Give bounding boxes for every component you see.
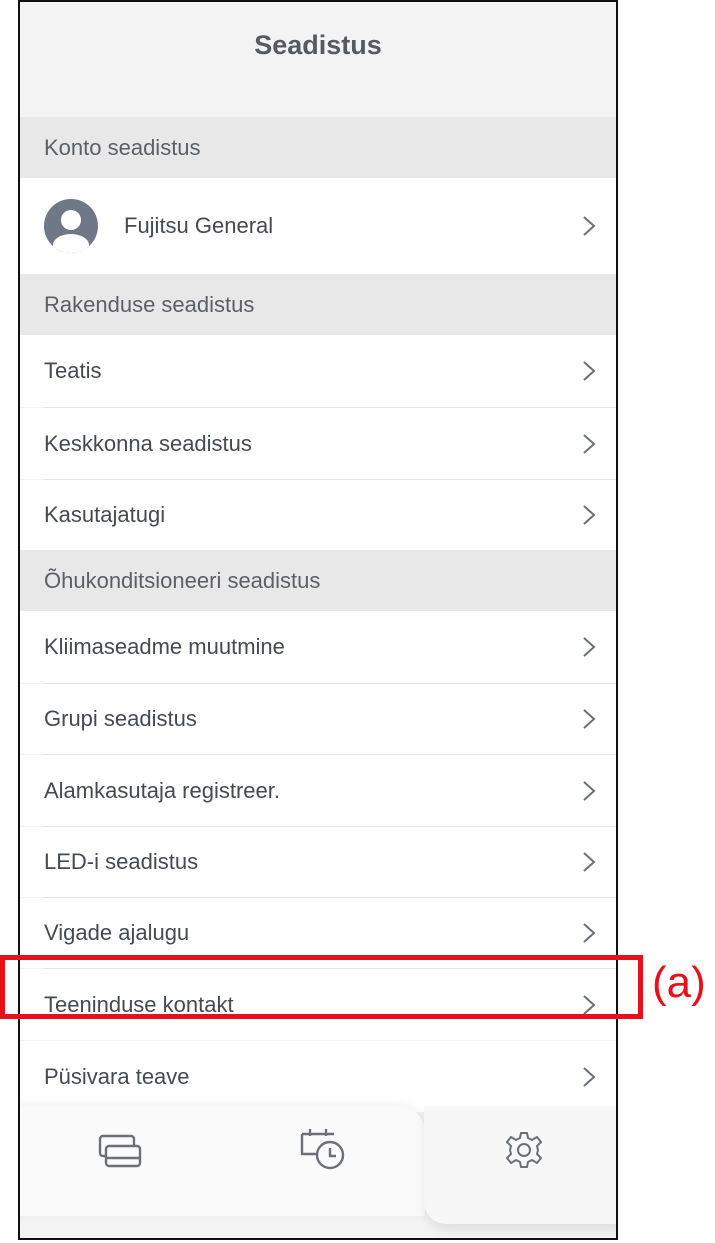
bottom-nav — [20, 1106, 616, 1238]
page-title: Seadistus — [254, 30, 382, 60]
menu-item-label: Teatis — [44, 358, 102, 383]
timer-schedule-icon[interactable] — [298, 1124, 348, 1177]
account-name: Fujitsu General — [124, 213, 274, 238]
settings-gear-icon[interactable] — [504, 1130, 544, 1175]
menu-item-label: Kasutajatugi — [44, 502, 166, 527]
menu-item-subuser[interactable]: Alamkasutaja registreer. — [20, 755, 616, 826]
phone-frame: Seadistus Konto seadistus Fujitsu Genera… — [18, 0, 618, 1240]
menu-item-teatis[interactable]: Teatis — [20, 335, 616, 407]
menu-item-environment[interactable]: Keskkonna seadistus — [20, 408, 616, 479]
menu-item-label: Vigade ajalugu — [44, 920, 190, 945]
menu-item-label: LED-i seadistus — [44, 849, 199, 874]
chevron-right-icon — [582, 708, 596, 730]
chevron-right-icon — [582, 504, 596, 526]
nav-left-panel — [20, 1106, 425, 1216]
menu-item-error-history[interactable]: Vigade ajalugu — [20, 898, 616, 968]
section-header-app: Rakenduse seadistus — [20, 274, 616, 335]
menu-item-label: Kliimaseadme muutmine — [44, 634, 285, 659]
chevron-right-icon — [582, 922, 596, 944]
annotation-label: (a) — [652, 958, 706, 1007]
menu-item-label: Teeninduse kontakt — [44, 991, 234, 1017]
menu-item-label: Keskkonna seadistus — [44, 430, 252, 456]
user-avatar-icon — [44, 199, 98, 253]
menu-item-group[interactable]: Grupi seadistus — [20, 684, 616, 754]
chevron-right-icon — [582, 851, 596, 873]
chevron-right-icon — [582, 994, 596, 1016]
devices-icon[interactable] — [96, 1132, 144, 1177]
chevron-right-icon — [582, 215, 596, 237]
account-row[interactable]: Fujitsu General — [20, 178, 616, 274]
section-header-account: Konto seadistus — [20, 117, 616, 178]
section-header-ac: Õhukonditsioneeri seadistus — [20, 550, 616, 611]
chevron-right-icon — [582, 636, 596, 658]
chevron-right-icon — [582, 780, 596, 802]
chevron-right-icon — [582, 360, 596, 382]
menu-item-change-ac[interactable]: Kliimaseadme muutmine — [20, 611, 616, 683]
menu-item-label: Püsivara teave — [44, 1063, 190, 1089]
menu-item-label: Grupi seadistus — [44, 706, 197, 731]
menu-item-firmware[interactable]: Püsivara teave — [20, 1041, 616, 1112]
menu-item-support[interactable]: Kasutajatugi — [20, 480, 616, 550]
menu-item-label: Alamkasutaja registreer. — [44, 777, 280, 803]
chevron-right-icon — [582, 1066, 596, 1088]
app-header: Seadistus — [20, 2, 616, 117]
menu-item-led[interactable]: LED-i seadistus — [20, 827, 616, 897]
menu-item-service-contact[interactable]: Teeninduse kontakt — [20, 969, 616, 1040]
chevron-right-icon — [582, 433, 596, 455]
